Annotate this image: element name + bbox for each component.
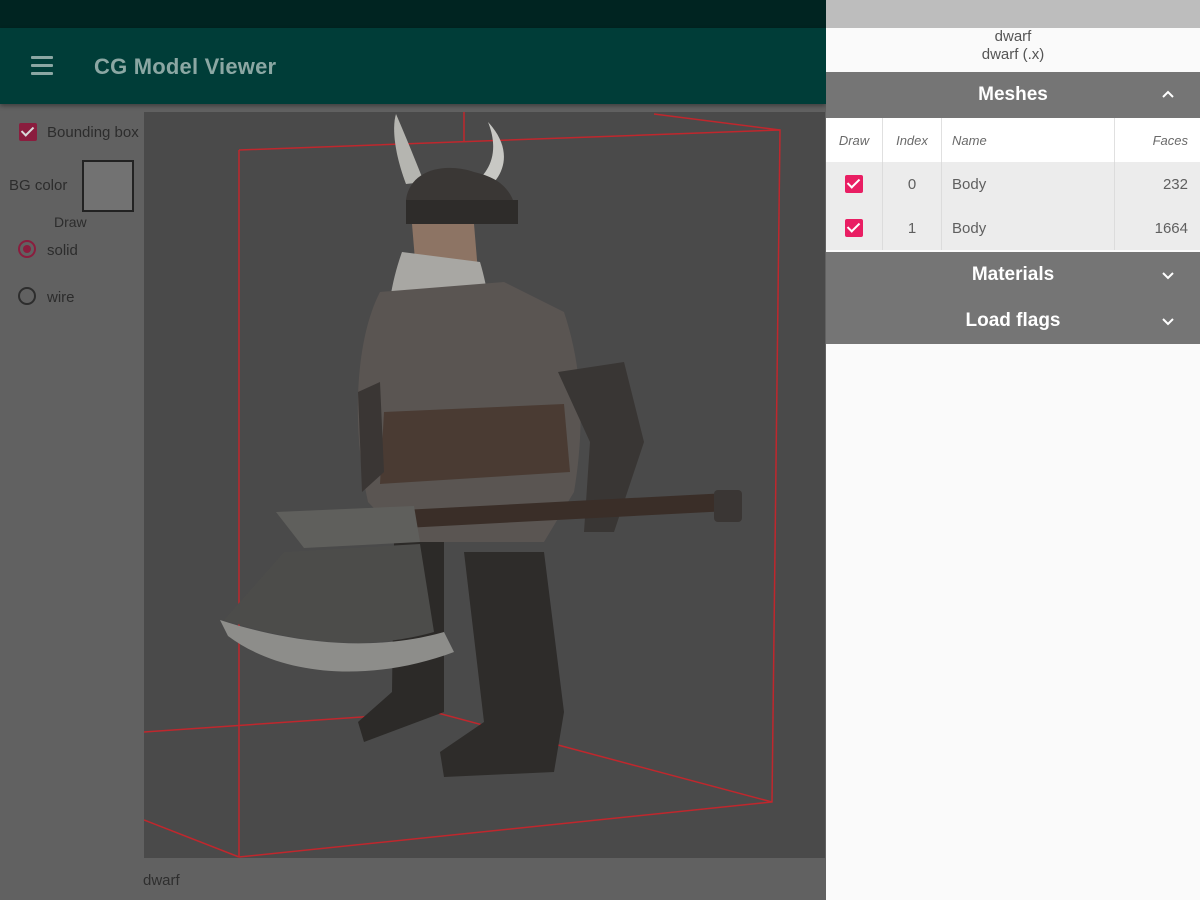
status-bar	[0, 0, 826, 28]
mesh-name: Body	[941, 162, 1115, 206]
mesh-draw-checkbox[interactable]	[845, 175, 863, 194]
bg-color-swatch[interactable]	[82, 160, 134, 212]
model-viewport[interactable]	[144, 112, 825, 858]
hamburger-menu-icon[interactable]	[18, 44, 66, 88]
model-name-label: dwarf	[143, 872, 180, 889]
mesh-name: Body	[941, 206, 1115, 250]
side-panel-top-bar	[826, 0, 1200, 28]
column-header-index: Index	[882, 118, 942, 162]
column-header-draw: Draw	[826, 118, 883, 162]
column-header-faces: Faces	[1114, 118, 1200, 162]
mesh-draw-checkbox[interactable]	[845, 219, 863, 238]
dwarf-model	[220, 114, 742, 777]
mesh-index: 0	[882, 162, 942, 206]
app-title: CG Model Viewer	[94, 54, 277, 79]
bounding-box-checkbox[interactable]	[19, 123, 37, 141]
mesh-table-header: Draw Index Name Faces	[826, 118, 1200, 162]
model-file-type: dwarf (.x)	[981, 46, 1045, 63]
load-flags-section-label: Load flags	[965, 310, 1061, 331]
draw-label: Draw	[54, 214, 87, 230]
app-bar: CG Model Viewer	[0, 28, 826, 104]
chevron-down-icon	[1162, 318, 1174, 326]
bg-color-label: BG color	[9, 177, 68, 194]
load-flags-section-header[interactable]: Load flags	[826, 298, 1200, 344]
chevron-down-icon	[1162, 272, 1174, 280]
table-row: 1 Body 1664	[826, 206, 1200, 250]
meshes-section-label: Meshes	[978, 84, 1048, 105]
side-panel: dwarf dwarf (.x) Meshes Draw Index Name …	[826, 0, 1200, 900]
draw-solid-label: solid	[47, 242, 78, 259]
chevron-up-icon	[1162, 90, 1174, 98]
draw-wire-label: wire	[47, 289, 75, 306]
mesh-table: Draw Index Name Faces 0 Body 232 1 Body …	[826, 118, 1200, 250]
model-render	[144, 112, 781, 858]
model-name: dwarf	[994, 28, 1032, 45]
mesh-index: 1	[882, 206, 942, 250]
draw-solid-radio[interactable]	[18, 240, 36, 258]
mesh-faces: 232	[1114, 162, 1200, 206]
table-row: 0 Body 232	[826, 162, 1200, 206]
column-header-name: Name	[941, 118, 1115, 162]
materials-section-label: Materials	[971, 264, 1055, 285]
draw-wire-radio[interactable]	[18, 287, 36, 305]
materials-section-header[interactable]: Materials	[826, 252, 1200, 298]
bounding-box-label: Bounding box	[47, 124, 139, 141]
mesh-faces: 1664	[1114, 206, 1200, 250]
meshes-section-header[interactable]: Meshes	[826, 72, 1200, 118]
